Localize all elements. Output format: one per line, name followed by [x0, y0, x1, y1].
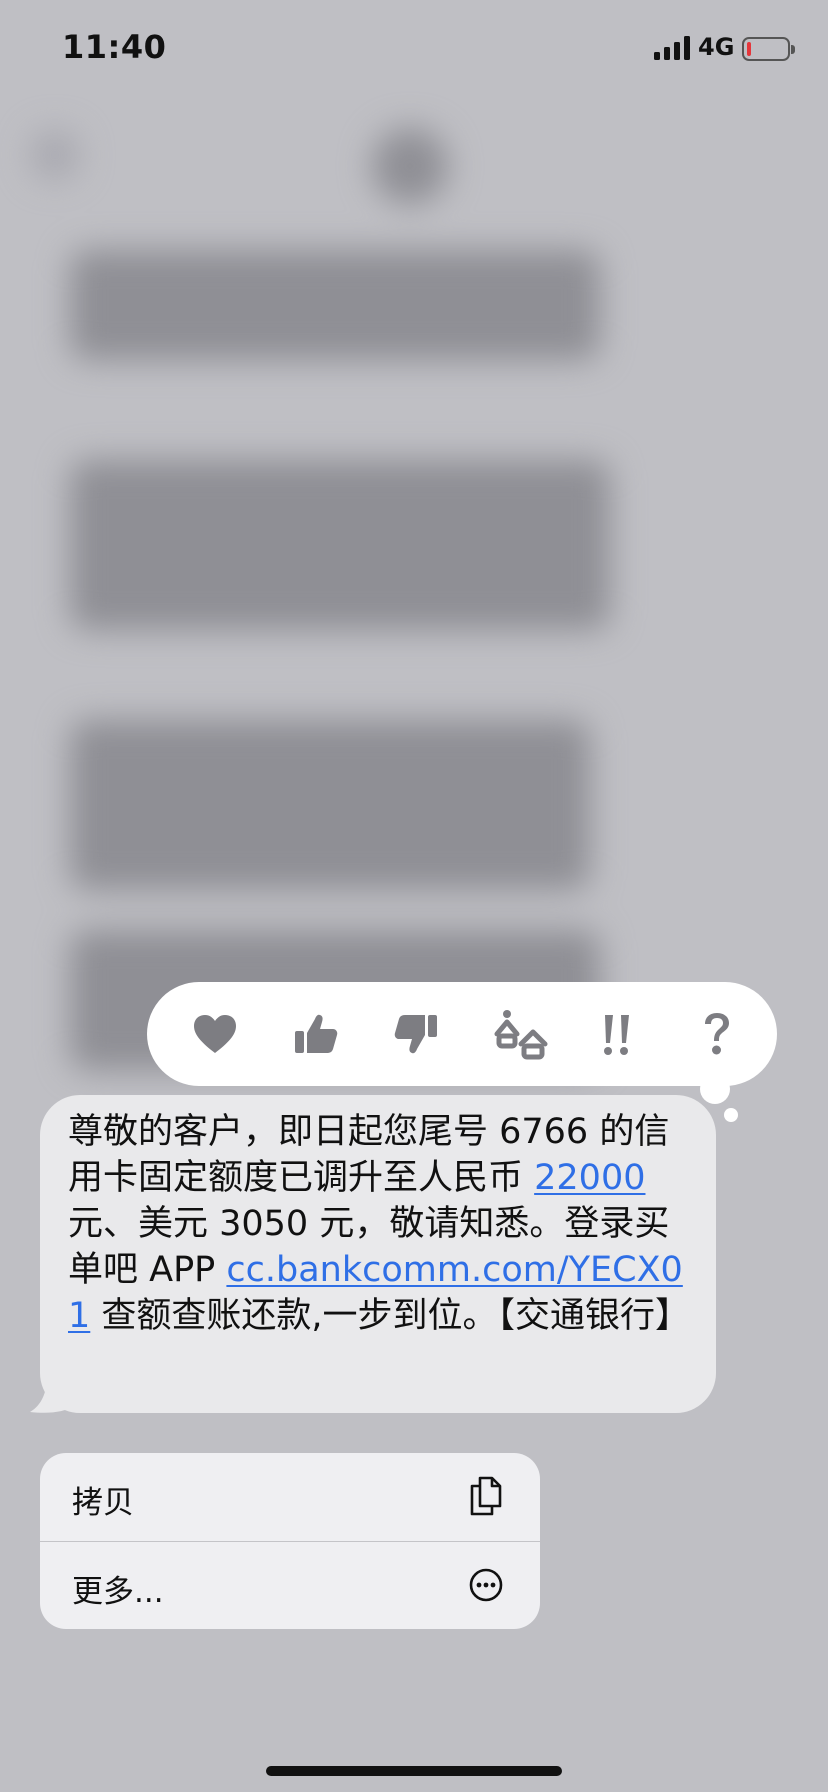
- exclamation-reaction[interactable]: [587, 1004, 647, 1064]
- heart-reaction[interactable]: [185, 1004, 245, 1064]
- amount-link[interactable]: 22000: [534, 1158, 645, 1198]
- status-time: 11:40: [62, 28, 167, 66]
- home-indicator[interactable]: [266, 1766, 562, 1776]
- thumbs-up-reaction[interactable]: [286, 1004, 346, 1064]
- status-bar: 11:40 4G: [0, 0, 828, 100]
- blurred-message: [70, 460, 610, 630]
- battery-nub: [791, 45, 795, 54]
- menu-item-more[interactable]: 更多...: [40, 1542, 540, 1629]
- cellular-signal-icon: [654, 36, 690, 60]
- battery-fill: [747, 42, 751, 56]
- haha-reaction[interactable]: [486, 1004, 556, 1064]
- question-reaction[interactable]: [687, 1004, 747, 1064]
- message-text-part: 查额查账还款,一步到位。【交通银行】: [90, 1296, 691, 1336]
- menu-item-copy[interactable]: 拷贝: [40, 1453, 540, 1541]
- more-ellipsis-icon: [469, 1568, 503, 1602]
- exclamation-icon: [604, 1015, 629, 1055]
- network-type: 4G: [698, 33, 735, 61]
- menu-item-more-label: 更多...: [72, 1574, 164, 1610]
- blurred-message: [70, 720, 590, 890]
- blurred-back-button: [30, 130, 80, 180]
- reaction-bar-tail-small: [724, 1108, 738, 1122]
- blurred-avatar: [372, 128, 448, 204]
- thumbs-down-reaction[interactable]: [386, 1004, 446, 1064]
- battery-icon: [742, 37, 790, 61]
- message-bubble[interactable]: 尊敬的客户，即日起您尾号 6766 的信用卡固定额度已调升至人民币 22000 …: [40, 1095, 716, 1413]
- context-menu: 拷贝 更多...: [40, 1453, 540, 1629]
- heart-icon: [194, 1015, 236, 1053]
- message-text: 尊敬的客户，即日起您尾号 6766 的信用卡固定额度已调升至人民币 22000 …: [68, 1109, 692, 1339]
- thumbs-up-icon: [295, 1014, 338, 1053]
- tapback-reaction-bar: [147, 982, 777, 1086]
- thumbs-down-icon: [394, 1015, 437, 1054]
- question-icon: [705, 1013, 729, 1055]
- haha-icon: [494, 1010, 548, 1060]
- blurred-message: [70, 250, 600, 360]
- reaction-bar-tail: [700, 1074, 730, 1104]
- copy-icon: [470, 1476, 502, 1516]
- menu-item-copy-label: 拷贝: [72, 1485, 134, 1521]
